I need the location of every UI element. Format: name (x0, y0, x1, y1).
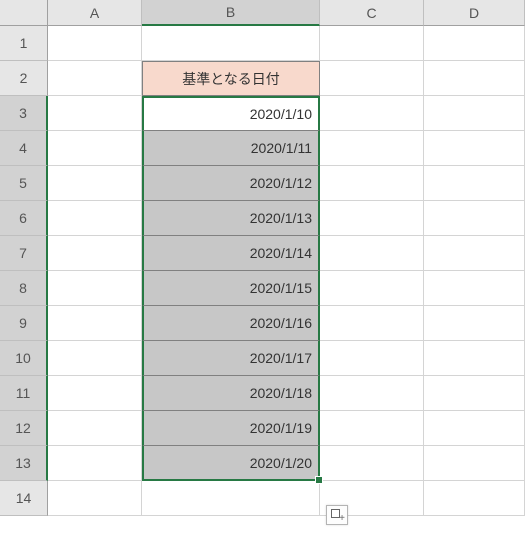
cell-d1[interactable] (424, 26, 525, 61)
cell-d10[interactable] (424, 341, 525, 376)
cell-b1[interactable] (142, 26, 320, 61)
cell-b10[interactable]: 2020/1/17 (142, 341, 320, 376)
cell-b14[interactable] (142, 481, 320, 516)
cell-a5[interactable] (48, 166, 142, 201)
cell-a4[interactable] (48, 131, 142, 166)
cell-b13-value: 2020/1/20 (250, 455, 312, 471)
row-header-11[interactable]: 11 (0, 376, 48, 411)
cell-a9[interactable] (48, 306, 142, 341)
cell-b9[interactable]: 2020/1/16 (142, 306, 320, 341)
cell-b13[interactable]: 2020/1/20 (142, 446, 320, 481)
row-header-13[interactable]: 13 (0, 446, 48, 481)
cell-d5[interactable] (424, 166, 525, 201)
cell-a14[interactable] (48, 481, 142, 516)
cell-b7[interactable]: 2020/1/14 (142, 236, 320, 271)
cell-d9[interactable] (424, 306, 525, 341)
cell-d8[interactable] (424, 271, 525, 306)
cell-c1[interactable] (320, 26, 424, 61)
cell-a3[interactable] (48, 96, 142, 131)
cell-a2[interactable] (48, 61, 142, 96)
row-header-6[interactable]: 6 (0, 201, 48, 236)
cell-d12[interactable] (424, 411, 525, 446)
row-header-12[interactable]: 12 (0, 411, 48, 446)
cell-d4[interactable] (424, 131, 525, 166)
cell-d2[interactable] (424, 61, 525, 96)
col-header-a[interactable]: A (48, 0, 142, 26)
cell-c9[interactable] (320, 306, 424, 341)
autofill-options-icon (331, 509, 343, 521)
row-header-1[interactable]: 1 (0, 26, 48, 61)
col-header-c[interactable]: C (320, 0, 424, 26)
cell-c12[interactable] (320, 411, 424, 446)
cell-a11[interactable] (48, 376, 142, 411)
row-header-3[interactable]: 3 (0, 96, 48, 131)
col-header-b[interactable]: B (142, 0, 320, 26)
cell-a1[interactable] (48, 26, 142, 61)
cell-b5[interactable]: 2020/1/12 (142, 166, 320, 201)
cell-d14[interactable] (424, 481, 525, 516)
cell-a8[interactable] (48, 271, 142, 306)
cell-a10[interactable] (48, 341, 142, 376)
autofill-options-button[interactable] (326, 505, 348, 525)
row-header-2[interactable]: 2 (0, 61, 48, 96)
cell-d3[interactable] (424, 96, 525, 131)
cell-c7[interactable] (320, 236, 424, 271)
cell-b8[interactable]: 2020/1/15 (142, 271, 320, 306)
row-header-4[interactable]: 4 (0, 131, 48, 166)
cell-c13[interactable] (320, 446, 424, 481)
cell-a13[interactable] (48, 446, 142, 481)
cell-b2[interactable]: 基準となる日付 (142, 61, 320, 96)
cell-c10[interactable] (320, 341, 424, 376)
cell-a6[interactable] (48, 201, 142, 236)
cell-c11[interactable] (320, 376, 424, 411)
cell-d6[interactable] (424, 201, 525, 236)
cell-d7[interactable] (424, 236, 525, 271)
cell-c8[interactable] (320, 271, 424, 306)
cell-c6[interactable] (320, 201, 424, 236)
row-header-5[interactable]: 5 (0, 166, 48, 201)
row-header-8[interactable]: 8 (0, 271, 48, 306)
cell-a12[interactable] (48, 411, 142, 446)
cell-c4[interactable] (320, 131, 424, 166)
cell-c2[interactable] (320, 61, 424, 96)
row-header-7[interactable]: 7 (0, 236, 48, 271)
cell-b4[interactable]: 2020/1/11 (142, 131, 320, 166)
spreadsheet-grid: A B C D 1 2 基準となる日付 3 2020/1/10 4 2020/1… (0, 0, 527, 516)
row-header-9[interactable]: 9 (0, 306, 48, 341)
row-header-10[interactable]: 10 (0, 341, 48, 376)
cell-b3[interactable]: 2020/1/10 (142, 96, 320, 131)
cell-d11[interactable] (424, 376, 525, 411)
cell-b11[interactable]: 2020/1/18 (142, 376, 320, 411)
row-header-14[interactable]: 14 (0, 481, 48, 516)
cell-d13[interactable] (424, 446, 525, 481)
col-header-d[interactable]: D (424, 0, 525, 26)
cell-b6[interactable]: 2020/1/13 (142, 201, 320, 236)
cell-b12[interactable]: 2020/1/19 (142, 411, 320, 446)
cell-c5[interactable] (320, 166, 424, 201)
cell-c3[interactable] (320, 96, 424, 131)
cell-a7[interactable] (48, 236, 142, 271)
select-all-corner[interactable] (0, 0, 48, 26)
fill-handle[interactable] (315, 476, 323, 484)
